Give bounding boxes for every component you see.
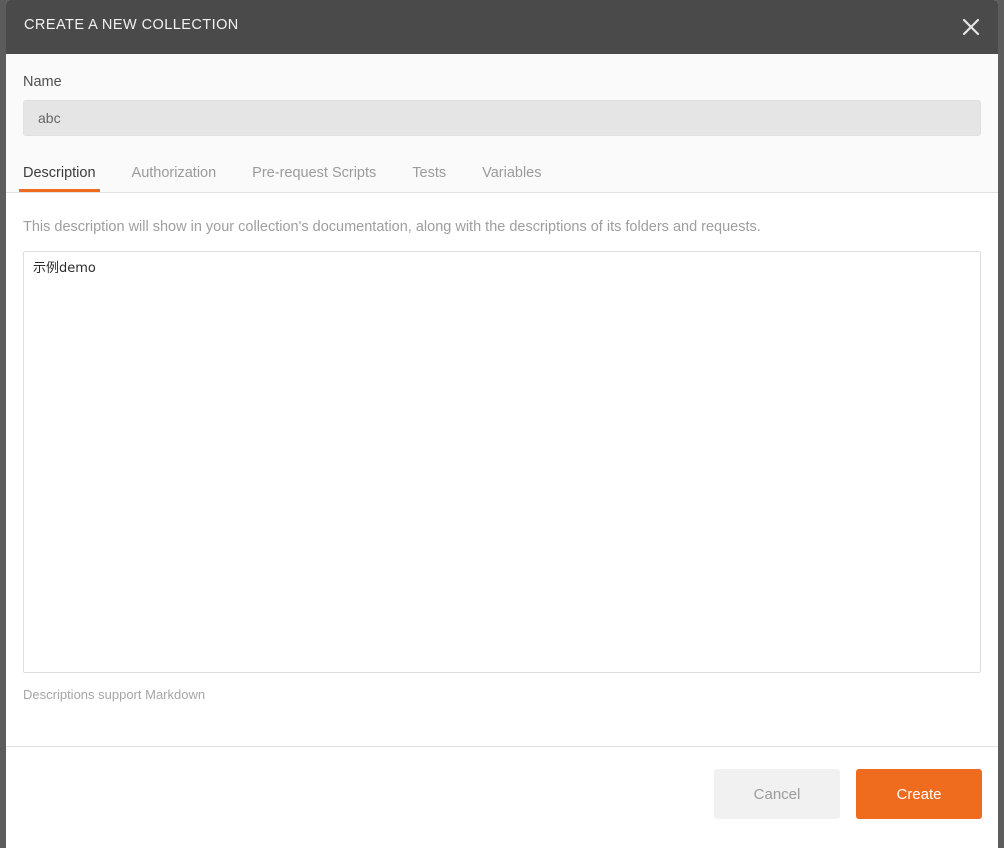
create-collection-modal: CREATE A NEW COLLECTION Name Description… — [6, 0, 998, 848]
description-textarea-wrap — [6, 235, 998, 673]
collection-name-input[interactable] — [23, 100, 981, 136]
tab-pre-request-scripts[interactable]: Pre-request Scripts — [252, 165, 376, 192]
tab-description[interactable]: Description — [19, 165, 100, 192]
description-hint: This description will show in your colle… — [23, 219, 761, 235]
tab-authorization[interactable]: Authorization — [132, 165, 217, 192]
modal-header: CREATE A NEW COLLECTION — [6, 0, 998, 54]
tab-tests[interactable]: Tests — [412, 165, 446, 192]
footer-button-group: Cancel Create — [714, 769, 982, 819]
name-input-wrap — [6, 90, 998, 136]
close-icon[interactable] — [956, 12, 986, 42]
modal-footer: Cancel Create — [6, 746, 998, 848]
create-button[interactable]: Create — [856, 769, 982, 819]
modal-title: CREATE A NEW COLLECTION — [24, 17, 239, 33]
description-textarea[interactable] — [23, 251, 981, 673]
description-panel: This description will show in your colle… — [6, 193, 998, 742]
collection-meta-section: Name Description Authorization Pre-reque… — [6, 54, 998, 193]
name-label: Name — [23, 74, 62, 90]
tab-variables[interactable]: Variables — [482, 165, 541, 192]
cancel-button[interactable]: Cancel — [714, 769, 840, 819]
markdown-support-note: Descriptions support Markdown — [23, 687, 206, 702]
tab-bar: Description Authorization Pre-request Sc… — [6, 150, 998, 192]
